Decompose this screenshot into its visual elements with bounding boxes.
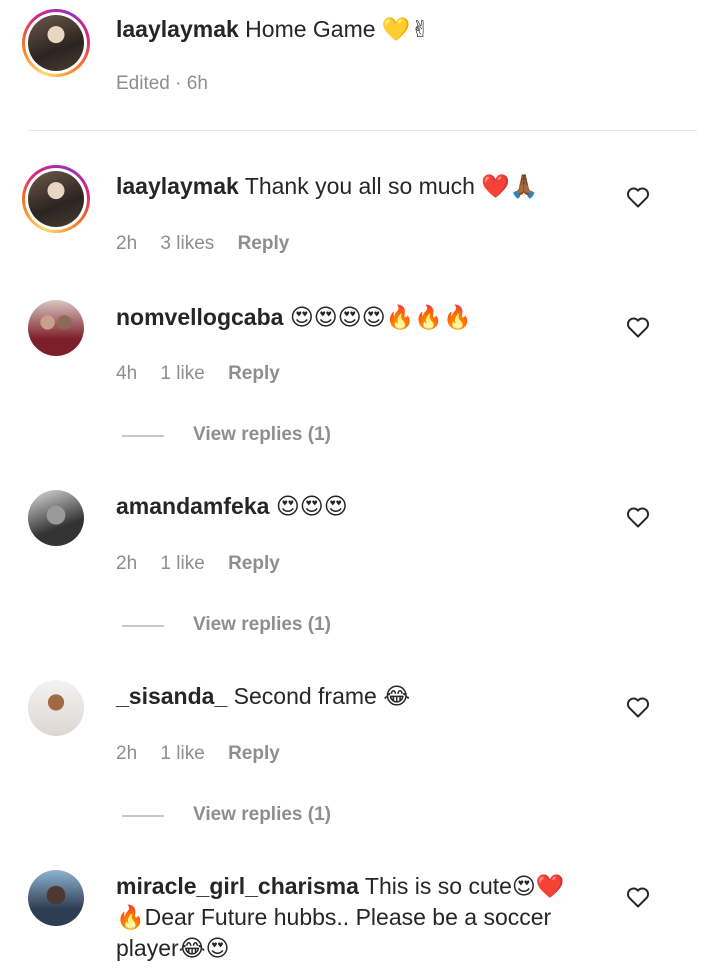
heart-outline-icon[interactable]: [626, 696, 650, 718]
view-replies-button[interactable]: View replies (1): [193, 804, 331, 826]
comment-time: 2h: [116, 743, 138, 764]
comment-text: laaylaymak Thank you all so much ❤️🙏🏾: [116, 171, 539, 202]
replies-line: [122, 435, 164, 437]
comment-likes[interactable]: 1 like: [160, 363, 204, 384]
comment-text: miracle_girl_charisma This is so cute😍❤️: [116, 871, 565, 902]
reply-button[interactable]: Reply: [228, 553, 280, 574]
replies-line: [122, 815, 164, 817]
reply-button[interactable]: Reply: [228, 743, 280, 764]
heart-outline-icon[interactable]: [626, 186, 650, 208]
heart-outline-icon[interactable]: [626, 506, 650, 528]
comment-body-line: player😂😍: [116, 935, 230, 961]
view-replies-button[interactable]: View replies (1): [193, 424, 331, 446]
replies-line: [122, 625, 164, 627]
comment-time: 2h: [116, 233, 138, 254]
comment-meta: 4h 1 like Reply: [116, 362, 298, 386]
comment-time: 2h: [116, 553, 138, 574]
comment-meta: 2h 1 like Reply: [116, 552, 298, 576]
reply-button[interactable]: Reply: [228, 363, 280, 384]
caption-body: Home Game 💛✌: [245, 16, 430, 42]
reply-button[interactable]: Reply: [238, 233, 290, 254]
avatar-story-ring[interactable]: [22, 9, 90, 77]
avatar[interactable]: [28, 490, 84, 546]
comment-username[interactable]: laaylaymak: [116, 173, 239, 199]
view-replies-button[interactable]: View replies (1): [193, 614, 331, 636]
comment-text: amandamfeka 😍😍😍: [116, 491, 348, 522]
comment-likes[interactable]: 1 like: [160, 553, 204, 574]
comment-likes[interactable]: 1 like: [160, 743, 204, 764]
caption-text: laaylaymak Home Game 💛✌: [116, 14, 430, 45]
avatar: [28, 171, 84, 227]
comment-meta: 2h 3 likes Reply: [116, 232, 307, 256]
comment-text: nomvellogcaba 😍😍😍😍🔥🔥🔥: [116, 302, 472, 333]
comment-time: 4h: [116, 363, 138, 384]
comment-body: Second frame 😂: [233, 683, 411, 709]
comment-username[interactable]: amandamfeka: [116, 493, 269, 519]
comment-username[interactable]: miracle_girl_charisma: [116, 873, 359, 899]
comment-username[interactable]: nomvellogcaba: [116, 304, 283, 330]
heart-outline-icon[interactable]: [626, 316, 650, 338]
divider: [28, 130, 697, 131]
comment-body-line: 🔥Dear Future hubbs.. Please be a soccer: [116, 904, 552, 930]
avatar[interactable]: [28, 300, 84, 356]
comment-body: 😍😍😍😍🔥🔥🔥: [289, 304, 472, 330]
avatar-story-ring[interactable]: [22, 165, 90, 233]
comment-meta: 2h 1 like Reply: [116, 742, 298, 766]
caption-meta: Edited · 6h: [116, 73, 208, 94]
comment-body: 😍😍😍: [275, 493, 348, 519]
avatar[interactable]: [28, 870, 84, 926]
heart-outline-icon[interactable]: [626, 886, 650, 908]
caption-username[interactable]: laaylaymak: [116, 16, 239, 42]
comment-text: _sisanda_ Second frame 😂: [116, 681, 410, 712]
comment-username[interactable]: _sisanda_: [116, 683, 227, 709]
comment-body: This is so cute😍❤️: [364, 873, 565, 899]
avatar[interactable]: [28, 680, 84, 736]
avatar: [28, 15, 84, 71]
comment-likes[interactable]: 3 likes: [160, 233, 214, 254]
comment-body: Thank you all so much ❤️🙏🏾: [244, 173, 539, 199]
